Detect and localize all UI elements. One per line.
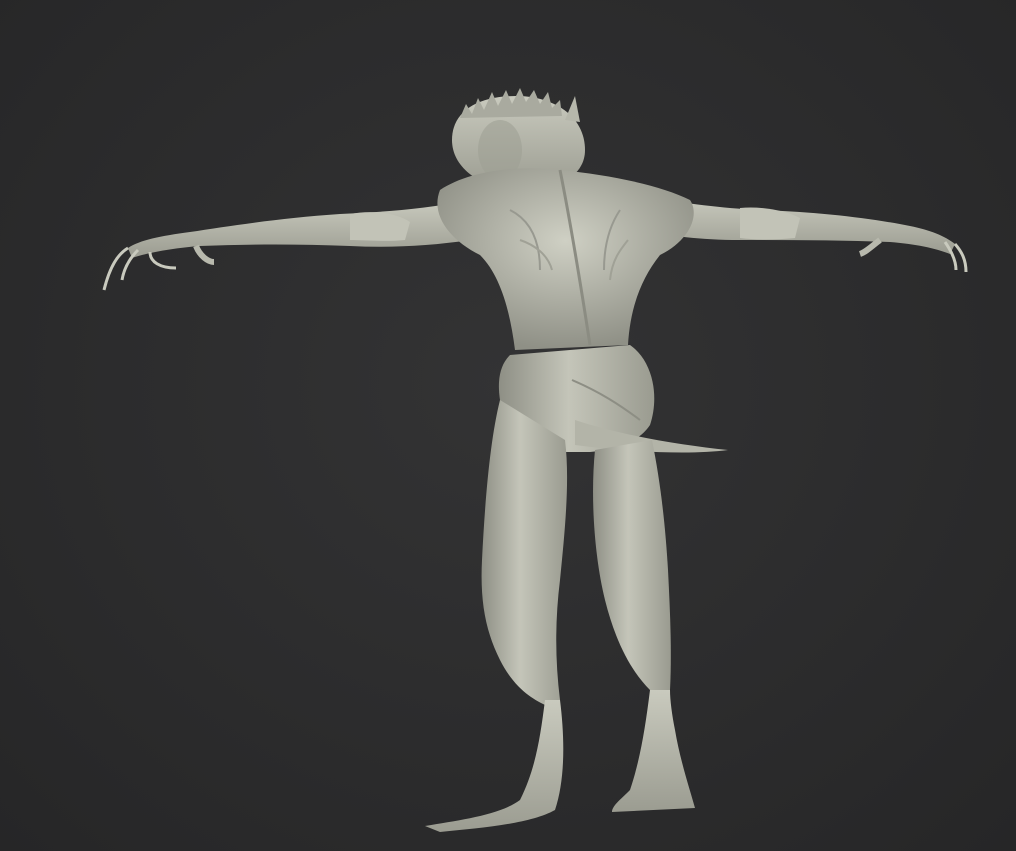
- 3d-viewport[interactable]: [0, 0, 1016, 851]
- creature-model[interactable]: [0, 0, 1016, 851]
- left-arm: [102, 200, 470, 291]
- left-leg: [425, 400, 568, 832]
- right-leg: [593, 440, 695, 812]
- torso: [437, 168, 694, 350]
